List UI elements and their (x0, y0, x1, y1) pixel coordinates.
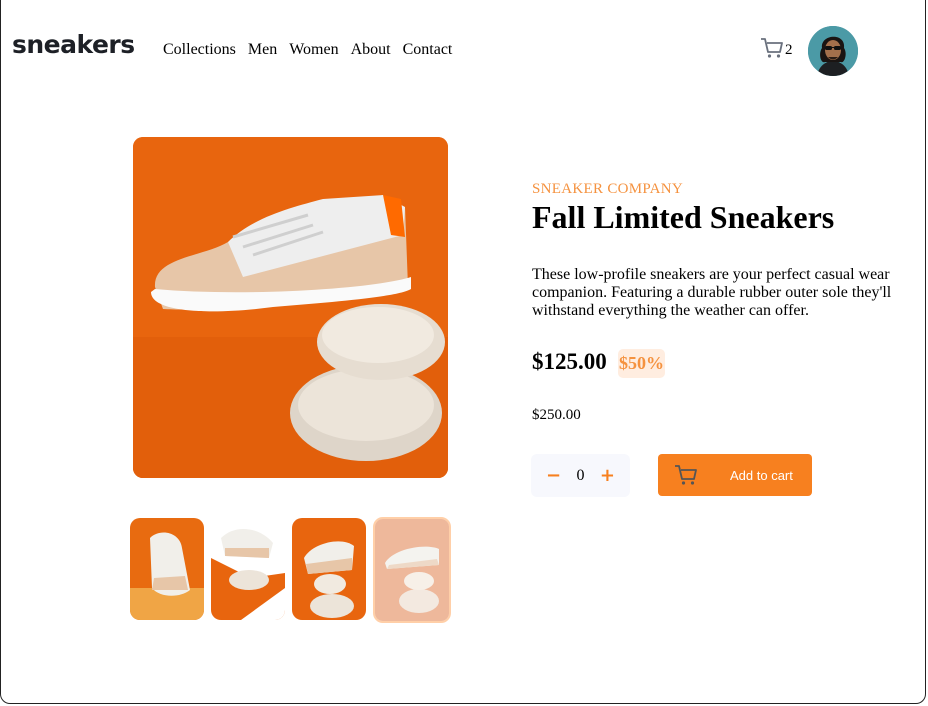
nav-contact[interactable]: Contact (403, 41, 453, 59)
product-description: These low-profile sneakers are your perf… (532, 266, 892, 319)
original-price: $250.00 (532, 407, 581, 423)
cart-count: 2 (785, 42, 793, 58)
avatar[interactable] (808, 26, 858, 76)
nav-collections[interactable]: Collections (163, 41, 236, 59)
nav-about[interactable]: About (351, 41, 391, 59)
quantity-value: 0 (576, 466, 585, 484)
main-nav: Collections Men Women About Contact (163, 41, 452, 59)
company-label: SNEAKER COMPANY (532, 181, 684, 197)
plus-icon[interactable]: + (600, 465, 615, 486)
cart-icon (761, 38, 783, 58)
thumbnail-4[interactable] (373, 517, 451, 623)
thumbnail-1[interactable] (130, 518, 204, 620)
product-main-image[interactable] (133, 137, 448, 478)
quantity-stepper: − 0 + (531, 454, 630, 497)
add-to-cart-label: Add to cart (730, 467, 793, 483)
product-title: Fall Limited Sneakers (532, 199, 835, 235)
cart-button[interactable]: 2 (760, 37, 793, 59)
minus-icon[interactable]: − (546, 465, 561, 486)
add-to-cart-button[interactable]: Add to cart (658, 454, 812, 496)
logo[interactable]: sneakers (12, 30, 135, 59)
cart-icon (675, 465, 697, 485)
discount-badge: $50% (618, 349, 665, 378)
nav-women[interactable]: Women (289, 41, 338, 59)
thumbnail-2[interactable] (211, 518, 285, 620)
nav-men[interactable]: Men (248, 41, 277, 59)
current-price: $125.00 (532, 349, 607, 374)
thumbnail-3[interactable] (292, 518, 366, 620)
